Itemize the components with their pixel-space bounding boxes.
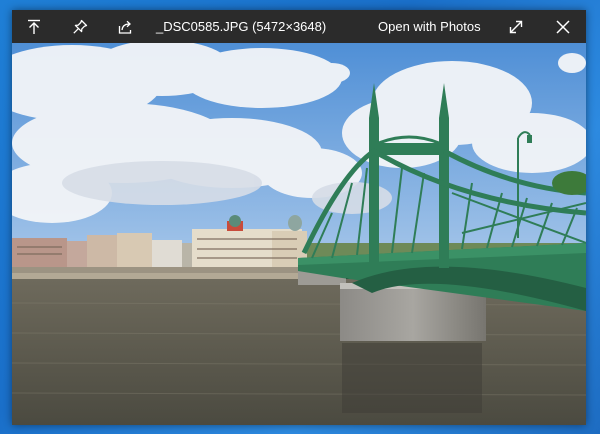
toolbar: _DSC0585.JPG (5472×3648) Open with Photo… bbox=[12, 10, 586, 43]
share-icon bbox=[118, 19, 134, 35]
close-button[interactable] bbox=[544, 10, 582, 43]
share-button[interactable] bbox=[107, 10, 145, 43]
open-with-photos-button[interactable]: Open with Photos bbox=[378, 10, 481, 43]
upload-button[interactable] bbox=[15, 10, 53, 43]
upload-icon bbox=[26, 19, 42, 35]
pin-button[interactable] bbox=[61, 10, 99, 43]
pin-icon bbox=[72, 19, 88, 35]
expand-icon bbox=[508, 19, 524, 35]
photo-image bbox=[12, 43, 586, 425]
file-title: _DSC0585.JPG (5472×3648) bbox=[156, 19, 327, 34]
photo-viewer-window: _DSC0585.JPG (5472×3648) Open with Photo… bbox=[12, 10, 586, 425]
expand-button[interactable] bbox=[497, 10, 535, 43]
close-icon bbox=[555, 19, 571, 35]
